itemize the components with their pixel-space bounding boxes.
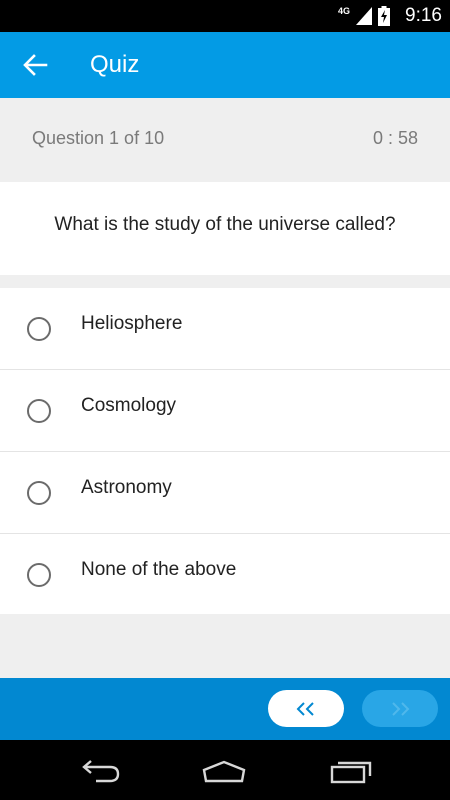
quiz-timer: 0 : 58	[372, 128, 418, 148]
chevron-double-left-icon	[296, 701, 314, 716]
system-navigation-bar	[0, 740, 450, 800]
app-bar: Quiz	[0, 32, 450, 98]
radio-button[interactable]	[27, 481, 51, 505]
next-question-button[interactable]	[362, 690, 438, 727]
status-icons: 4G	[338, 6, 390, 26]
answer-option[interactable]: Astronomy	[0, 452, 450, 534]
network-type: 4G	[337, 6, 350, 16]
answer-option[interactable]: Heliosphere	[0, 288, 450, 370]
answer-label: Heliosphere	[81, 313, 183, 334]
answer-option[interactable]: Cosmology	[0, 370, 450, 452]
home-nav-icon[interactable]	[202, 758, 246, 784]
arrow-left-icon[interactable]	[22, 52, 48, 78]
question-progress: Question 1 of 10	[32, 128, 165, 148]
question-card: What is the study of the universe called…	[0, 182, 450, 275]
answer-label: None of the above	[81, 559, 237, 580]
radio-button[interactable]	[27, 563, 51, 587]
signal-icon	[356, 7, 372, 25]
answer-label: Cosmology	[81, 395, 177, 416]
quiz-navigation-bar	[0, 678, 450, 740]
answer-option[interactable]: None of the above	[0, 534, 450, 614]
question-header: Question 1 of 10 0 : 58	[0, 98, 450, 182]
answer-label: Astronomy	[81, 477, 172, 498]
radio-button[interactable]	[27, 399, 51, 423]
recents-nav-icon[interactable]	[330, 758, 374, 784]
radio-button[interactable]	[27, 317, 51, 341]
previous-question-button[interactable]	[268, 690, 344, 727]
status-time: 9:16	[405, 5, 442, 26]
chevron-double-right-icon	[392, 701, 410, 716]
page-title: Quiz	[90, 51, 140, 78]
answer-options: Heliosphere Cosmology Astronomy None of …	[0, 288, 450, 614]
status-bar: 4G 9:16	[0, 0, 450, 32]
battery-charging-icon	[378, 6, 390, 26]
question-text: What is the study of the universe called…	[54, 214, 396, 235]
back-nav-icon[interactable]	[78, 758, 122, 784]
